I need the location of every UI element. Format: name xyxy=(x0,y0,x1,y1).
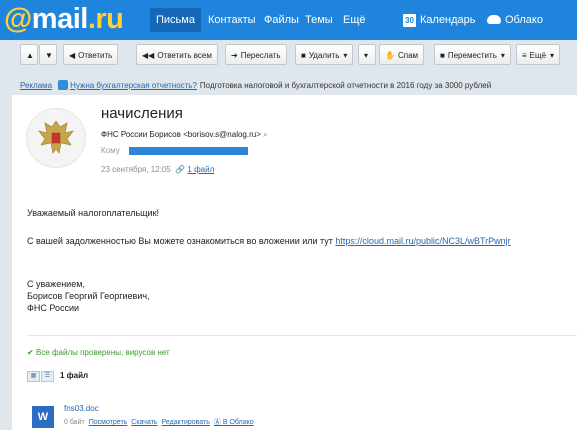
ad-icon xyxy=(58,80,69,90)
recipient-label: Кому xyxy=(101,146,120,155)
delete-options-button[interactable]: ▾ xyxy=(358,44,376,65)
ad-line: Реклама Нужна бухгалтерская отчетность? По… xyxy=(20,80,492,91)
search-icon: ⌕ xyxy=(263,130,268,139)
word-doc-icon[interactable]: W xyxy=(32,406,54,428)
chevron-down-icon: ▾ xyxy=(364,51,369,60)
next-message-button[interactable]: ▼ xyxy=(39,44,57,65)
message-toolbar: ▲ ▼ ◀ Ответить ◀◀ Ответить всем ➔ Переслать… xyxy=(12,44,577,70)
body-paragraph: С вашей задолженностью Вы можете ознаком… xyxy=(27,236,511,246)
arrow-down-icon: ▼ xyxy=(45,51,53,60)
nav-more[interactable]: Ещё xyxy=(343,8,366,32)
reply-all-icon: ◀◀ xyxy=(142,51,155,60)
grid-view-icon[interactable]: ▦ xyxy=(27,371,40,382)
chevron-down-icon: ▾ xyxy=(500,51,505,60)
scan-status: ✔ Все файлы проверены, вирусов нет xyxy=(27,348,170,357)
forward-icon: ➔ xyxy=(231,51,238,60)
move-button[interactable]: ■ Переместить ▾ xyxy=(434,44,511,65)
nav-calendar[interactable]: 30 Календарь xyxy=(403,8,476,32)
paperclip-icon: 🔗 xyxy=(175,165,186,174)
ad-label[interactable]: Реклама xyxy=(20,81,52,90)
save-to-cloud-link[interactable]: Ⓐ В Облако xyxy=(214,419,254,426)
nav-themes[interactable]: Темы xyxy=(305,8,333,32)
eagle-emblem-icon xyxy=(38,120,74,154)
attachments-divider xyxy=(27,335,577,336)
view-switcher: ▦ ☰ xyxy=(27,371,55,382)
reply-button[interactable]: ◀ Ответить xyxy=(63,44,119,65)
nav-files[interactable]: Файлы xyxy=(264,8,299,32)
sender-line[interactable]: ФНС России Борисов <borisov.s@nalog.ru> … xyxy=(101,130,268,140)
calendar-icon: 30 xyxy=(403,13,416,27)
signature-line-3: ФНС России xyxy=(27,303,80,313)
arrow-up-icon: ▲ xyxy=(26,51,34,60)
mail-window: @mail.ru Письма Контакты Файлы Темы Ещё … xyxy=(0,0,577,430)
attachment-name[interactable]: fns03.doc xyxy=(64,404,99,413)
folder-icon: ■ xyxy=(440,51,445,60)
prev-message-button[interactable]: ▲ xyxy=(20,44,38,65)
reply-all-button[interactable]: ◀◀ Ответить всем xyxy=(136,44,218,65)
trash-icon: ■ xyxy=(301,51,306,60)
nav-cloud[interactable]: Облако xyxy=(487,8,543,32)
nav-letters[interactable]: Письма xyxy=(150,8,201,32)
sender-avatar xyxy=(26,108,86,168)
view-link[interactable]: Посмотреть xyxy=(89,419,128,426)
download-link[interactable]: Скачать xyxy=(131,419,157,426)
thumbs-down-icon: ✋ xyxy=(385,51,395,60)
ad-link[interactable]: Нужна бухгалтерская отчетность? xyxy=(70,81,197,90)
message-date: 23 сентября, 12:05 🔗 1 файл xyxy=(101,165,215,174)
recipient-redacted xyxy=(129,147,248,155)
mailru-logo[interactable]: @mail.ru xyxy=(4,2,124,36)
files-count: 1 файл xyxy=(60,371,89,380)
top-bar: @mail.ru Письма Контакты Файлы Темы Ещё … xyxy=(0,0,577,40)
chevron-down-icon: ▾ xyxy=(343,51,348,60)
chevron-down-icon: ▾ xyxy=(550,51,555,60)
nav-contacts[interactable]: Контакты xyxy=(208,8,256,32)
attachment-size: 0 байт xyxy=(64,419,85,426)
delete-button[interactable]: ■ Удалить ▾ xyxy=(295,44,354,65)
more-button[interactable]: ≡ Ещё ▾ xyxy=(516,44,561,65)
greeting: Уважаемый налогоплательщик! xyxy=(27,208,160,218)
ad-text: Подготовка налоговой и бухгалтерской отч… xyxy=(199,81,492,91)
spam-button[interactable]: ✋ Спам xyxy=(379,44,425,65)
menu-icon: ≡ xyxy=(522,51,527,60)
edit-link[interactable]: Редактировать xyxy=(162,419,210,426)
list-view-icon[interactable]: ☰ xyxy=(41,371,54,382)
signature-line-2: Борисов Георгий Георгиевич, xyxy=(27,291,150,301)
cloud-save-icon: Ⓐ xyxy=(213,419,221,426)
message-view: начисления ФНС России Борисов <borisov.s… xyxy=(12,95,577,430)
toolbar-divider xyxy=(12,73,577,74)
checkmark-icon: ✔ xyxy=(27,348,34,357)
signature-line-1: С уважением, xyxy=(27,279,85,289)
cloud-icon xyxy=(487,14,501,24)
forward-button[interactable]: ➔ Переслать xyxy=(225,44,287,65)
message-subject: начисления xyxy=(101,105,183,122)
attachment-actions: 0 байт Посмотреть Скачать Редактировать Ⓐ В … xyxy=(64,417,254,427)
attachments-link[interactable]: 1 файл xyxy=(187,165,214,174)
cloud-link[interactable]: https://cloud.mail.ru/public/NC3L/wBTrPw… xyxy=(335,236,510,246)
reply-icon: ◀ xyxy=(69,51,76,60)
